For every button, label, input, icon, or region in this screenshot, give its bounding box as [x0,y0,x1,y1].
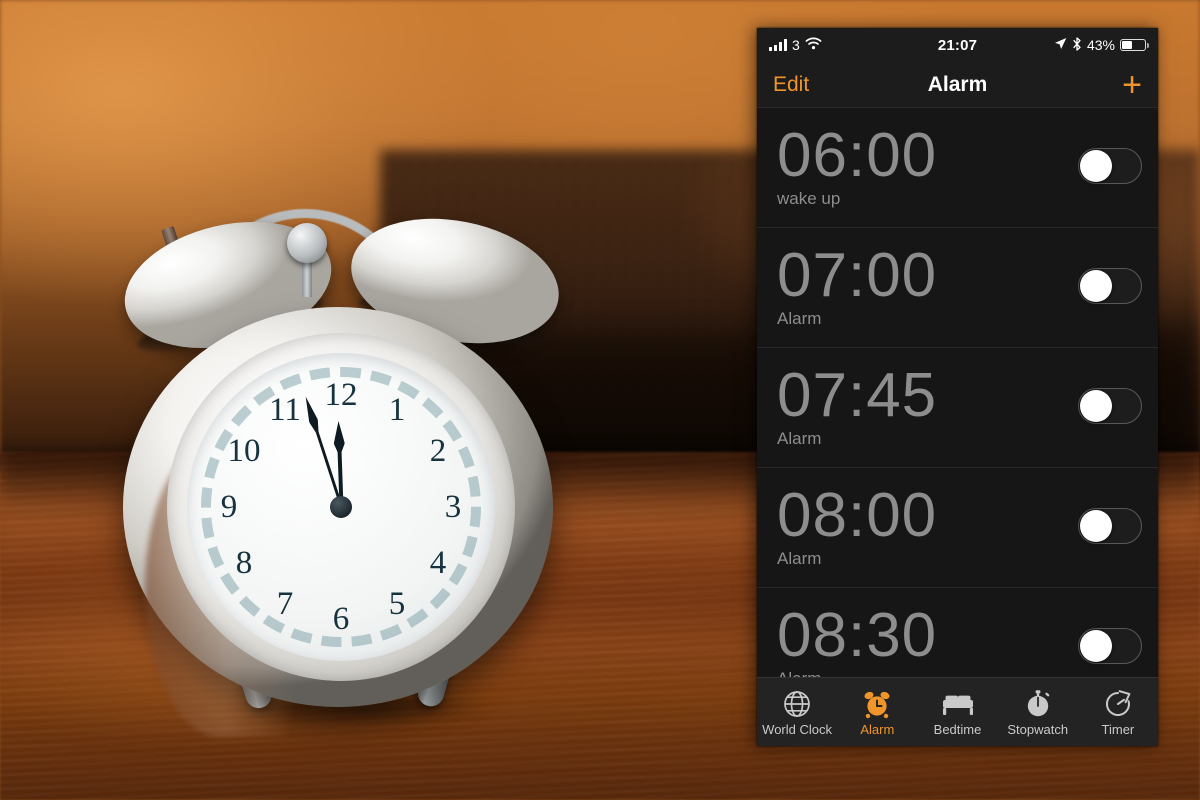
alarm-list[interactable]: 06:00 wake up 07:00 Alarm 07:45 Alarm 08:00 Ala… [757,108,1158,677]
status-bar: 3 21:07 43% [757,28,1158,62]
tab-bedtime[interactable]: Bedtime [917,687,997,737]
alarm-toggle-knob [1080,510,1112,542]
alarm-toggle[interactable] [1078,268,1142,304]
clock-hands-layer [187,353,495,661]
clock-hour-hand [333,421,347,507]
signal-bars-icon [769,39,787,51]
tab-world-clock[interactable]: World Clock [757,687,837,737]
alarm-label: wake up [777,189,841,209]
tab-label: Stopwatch [1007,722,1069,737]
tab-stopwatch[interactable]: Stopwatch [998,687,1078,737]
tab-alarm[interactable]: Alarm [837,687,917,737]
tab-timer[interactable]: Timer [1078,687,1158,737]
status-bar-left: 3 [769,37,822,54]
alarm-toggle[interactable] [1078,148,1142,184]
alarm-row[interactable]: 08:30Alarm [757,588,1158,677]
alarm-toggle-knob [1080,150,1112,182]
alarm-toggle[interactable] [1078,508,1142,544]
carrier-label: 3 [792,37,800,53]
alarm-toggle[interactable] [1078,628,1142,664]
status-bar-right: 43% [1054,36,1149,54]
alarm-row-text: 08:00 Alarm [777,482,937,569]
alarm-time: 08:30 [777,601,938,670]
alarm-time: 08:00 [777,481,938,550]
alarm-toggle-knob [1080,270,1112,302]
tab-bar[interactable]: World Clock Alarm Bedtime Stopwatch Timer [757,677,1158,746]
alarm-label: Alarm [777,309,822,329]
phone-screenshot-overlay: 3 21:07 43% Edit Alarm + 06:00 wake up 07:… [757,28,1158,746]
alarm-row-text: 07:00 Alarm [777,242,937,329]
battery-icon [1120,39,1149,51]
bed-icon [917,687,997,721]
clock-hands-pivot [330,496,352,518]
alarm-label: Alarm [777,429,822,449]
stopwatch-icon [998,687,1078,721]
bluetooth-icon [1072,36,1082,54]
page-title: Alarm [927,72,988,96]
alarm-row-text: 08:30Alarm [777,602,937,677]
add-alarm-button[interactable]: + [1122,68,1142,102]
alarm-toggle-knob [1080,630,1112,662]
alarm-toggle-knob [1080,390,1112,422]
globe-icon [757,687,837,721]
alarm-row[interactable]: 08:00 Alarm [757,468,1158,588]
alarm-clock-object: 12 1 2 3 4 5 6 7 8 9 10 11 [105,202,575,737]
alarm-clock-icon [837,687,917,721]
bell-hammer-knob [287,223,327,263]
navigation-bar: Edit Alarm + [757,62,1158,108]
tab-label: Bedtime [933,722,982,737]
bell-hammer-stem [302,257,312,297]
alarm-row-text: 07:45 Alarm [777,362,937,449]
alarm-row[interactable]: 06:00 wake up [757,108,1158,228]
tab-label: World Clock [762,722,833,737]
alarm-row[interactable]: 07:45 Alarm [757,348,1158,468]
alarm-label: Alarm [777,669,937,677]
alarm-toggle[interactable] [1078,388,1142,424]
battery-percent-label: 43% [1086,37,1115,53]
tab-label: Timer [1101,722,1135,737]
alarm-time: 06:00 [777,121,938,190]
alarm-time: 07:45 [777,361,938,430]
timer-icon [1078,687,1158,721]
alarm-label: Alarm [777,549,822,569]
wifi-icon [805,37,822,54]
location-arrow-icon [1054,37,1067,53]
tab-label: Alarm [860,722,895,737]
alarm-row[interactable]: 07:00 Alarm [757,228,1158,348]
alarm-time: 07:00 [777,241,938,310]
edit-button[interactable]: Edit [773,73,809,97]
alarm-row-text: 06:00 wake up [777,122,937,209]
